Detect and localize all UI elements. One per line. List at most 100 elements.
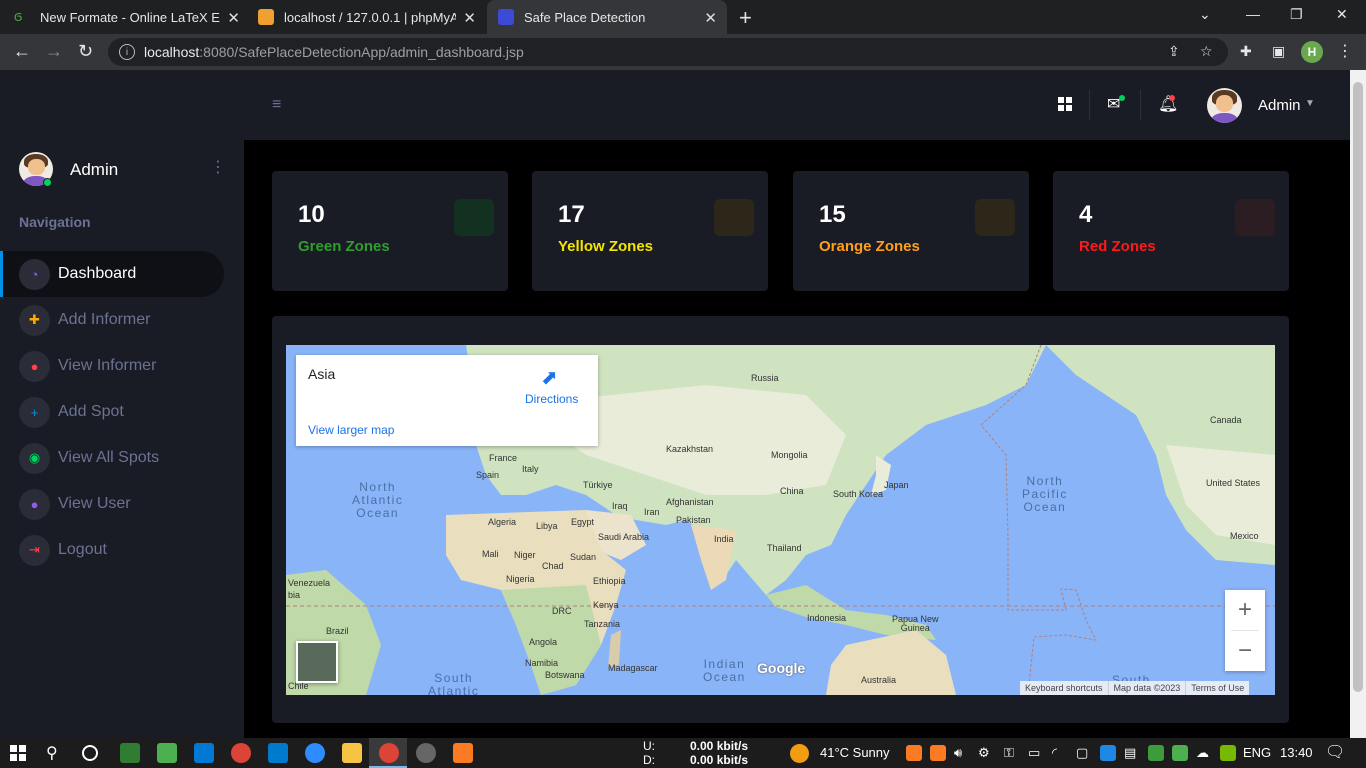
sun-icon[interactable] [790,744,809,763]
volume-icon[interactable]: 🔊︎ [954,745,962,761]
browser-tab[interactable]: ϭ New Formate - Online LaTeX Edit ✕ [14,0,250,34]
profile-avatar[interactable]: H [1301,41,1323,63]
directions-link[interactable]: Directions [525,392,578,406]
map-label: Mongolia [771,450,808,460]
battery-icon[interactable]: ▭ [1028,745,1040,761]
browser-tab-active[interactable]: Safe Place Detection ✕ [487,0,727,34]
madagascar-shape [608,630,621,667]
page-scrollbar[interactable] [1350,70,1366,738]
close-icon[interactable]: ✕ [227,9,240,27]
stat-label: Green Zones [298,238,390,255]
app-icon[interactable] [157,743,177,763]
tray-icon[interactable]: ⚙ [978,745,990,761]
bookmark-star-icon[interactable]: ☆ [1200,43,1213,60]
share-icon[interactable]: ⇪ [1168,43,1180,60]
xampp-tray-icon[interactable] [906,745,922,761]
weather-text[interactable]: 41°C Sunny [820,745,890,760]
new-tab-icon[interactable]: + [739,5,752,31]
xampp-tray-icon[interactable] [930,745,946,761]
directions-icon[interactable]: ⬈ [541,365,558,390]
tray-icon[interactable] [1100,745,1116,761]
sidebar-item-add-spot[interactable]: + Add Spot [0,389,224,435]
grid-icon[interactable] [1058,97,1072,111]
language-indicator[interactable]: ENG [1243,745,1271,760]
wifi-icon[interactable]: ◜ [1052,745,1057,761]
caret-down-icon[interactable]: ▼ [1305,98,1315,109]
nvidia-icon[interactable] [1220,745,1236,761]
sidebar-item-label: Dashboard [58,265,137,282]
zoom-icon[interactable] [305,743,325,763]
tray-icon[interactable]: ⚿ [1004,745,1014,761]
vscode-icon[interactable] [268,743,288,763]
sidebar-item-add-informer[interactable]: ✚ Add Informer [0,297,224,343]
map-label: Madagascar [608,663,658,673]
upload-label: U: [643,739,655,753]
tray-icon[interactable]: ▢ [1076,745,1088,761]
user-icon: ● [19,350,50,382]
restore-icon[interactable]: ❐ [1290,6,1303,23]
browser-tab[interactable]: localhost / 127.0.0.1 | phpMyAdm ✕ [258,0,486,34]
side-panel-icon[interactable]: ▣ [1272,43,1285,60]
address-bar[interactable]: i localhost:8080/SafePlaceDetectionApp/a… [108,38,1228,66]
browser-menu-icon[interactable]: ⋮ [1337,41,1353,61]
keyboard-shortcuts-link[interactable]: Keyboard shortcuts [1020,681,1108,695]
window-close-icon[interactable]: ✕ [1336,6,1348,23]
tab-title: Safe Place Detection [524,9,646,25]
avatar[interactable] [1207,88,1242,123]
forward-icon[interactable]: → [45,41,63,62]
sidebar-item-label: Add Informer [58,311,151,328]
tray-icon[interactable]: ☁ [1196,745,1209,761]
add-user-icon: ✚ [19,304,50,336]
clock[interactable]: 13:40 [1280,745,1313,760]
stat-value: 10 [298,201,325,228]
terms-link[interactable]: Terms of Use [1185,681,1249,695]
sidebar-item-view-user[interactable]: ● View User [0,481,224,527]
browser-toolbar: ← → ↻ i localhost:8080/SafePlaceDetectio… [0,34,1366,70]
tray-icon[interactable]: ▤ [1124,745,1136,761]
extensions-icon[interactable]: ✚ [1240,43,1252,60]
sidebar-user-name: Admin [70,160,119,179]
xampp-icon[interactable] [453,743,473,763]
close-icon[interactable]: ✕ [704,9,717,27]
chrome-icon[interactable] [231,743,251,763]
menu-toggle-icon[interactable]: ≡ [272,96,281,114]
file-explorer-icon[interactable] [342,743,362,763]
settings-icon[interactable] [416,743,436,763]
notification-center-icon[interactable]: 🗨︎ [1325,742,1345,762]
back-icon[interactable]: ← [13,41,31,62]
view-larger-map-link[interactable]: View larger map [308,423,394,437]
tray-icon[interactable] [1148,745,1164,761]
divider [1140,90,1141,120]
search-icon[interactable]: ⚲ [46,743,58,763]
app-icon[interactable] [120,743,140,763]
map-label: Pakistan [676,515,711,525]
zoom-in-button[interactable]: + [1225,590,1265,630]
chrome-icon[interactable] [379,743,399,763]
notification-badge [1169,95,1175,101]
cortana-icon[interactable] [82,745,98,761]
sidebar-item-dashboard[interactable]: ◔ Dashboard [0,251,224,297]
sidebar-item-view-all-spots[interactable]: ◉ View All Spots [0,435,224,481]
map-label: Papua New Guinea [892,614,939,633]
windows-start-icon[interactable] [10,745,26,761]
tray-icon[interactable] [1172,745,1188,761]
map-label: Libya [536,521,558,531]
sidebar-item-logout[interactable]: ⇥ Logout [0,527,224,573]
mail-app-icon[interactable] [194,743,214,763]
google-map[interactable]: Russia Canada Kazakhstan Mongolia France… [286,345,1275,695]
reload-icon[interactable]: ↻ [78,41,93,62]
sidebar-item-view-informer[interactable]: ● View Informer [0,343,224,389]
ocean-label: North Atlantic Ocean [352,480,404,520]
more-options-icon[interactable]: ⋮ [210,157,226,177]
navbar-user-name[interactable]: Admin [1258,97,1301,114]
zoom-out-button[interactable]: − [1225,631,1265,671]
site-info-icon[interactable]: i [119,44,135,60]
map-label: Afghanistan [666,497,714,507]
upload-rate: 0.00 kbit/s [690,739,749,753]
close-icon[interactable]: ✕ [463,9,476,27]
satellite-toggle[interactable] [296,641,338,683]
map-label: India [714,534,734,544]
divider [1089,90,1090,120]
minimize-icon[interactable]: — [1246,6,1260,22]
tab-search-icon[interactable]: ⌄ [1199,6,1211,23]
